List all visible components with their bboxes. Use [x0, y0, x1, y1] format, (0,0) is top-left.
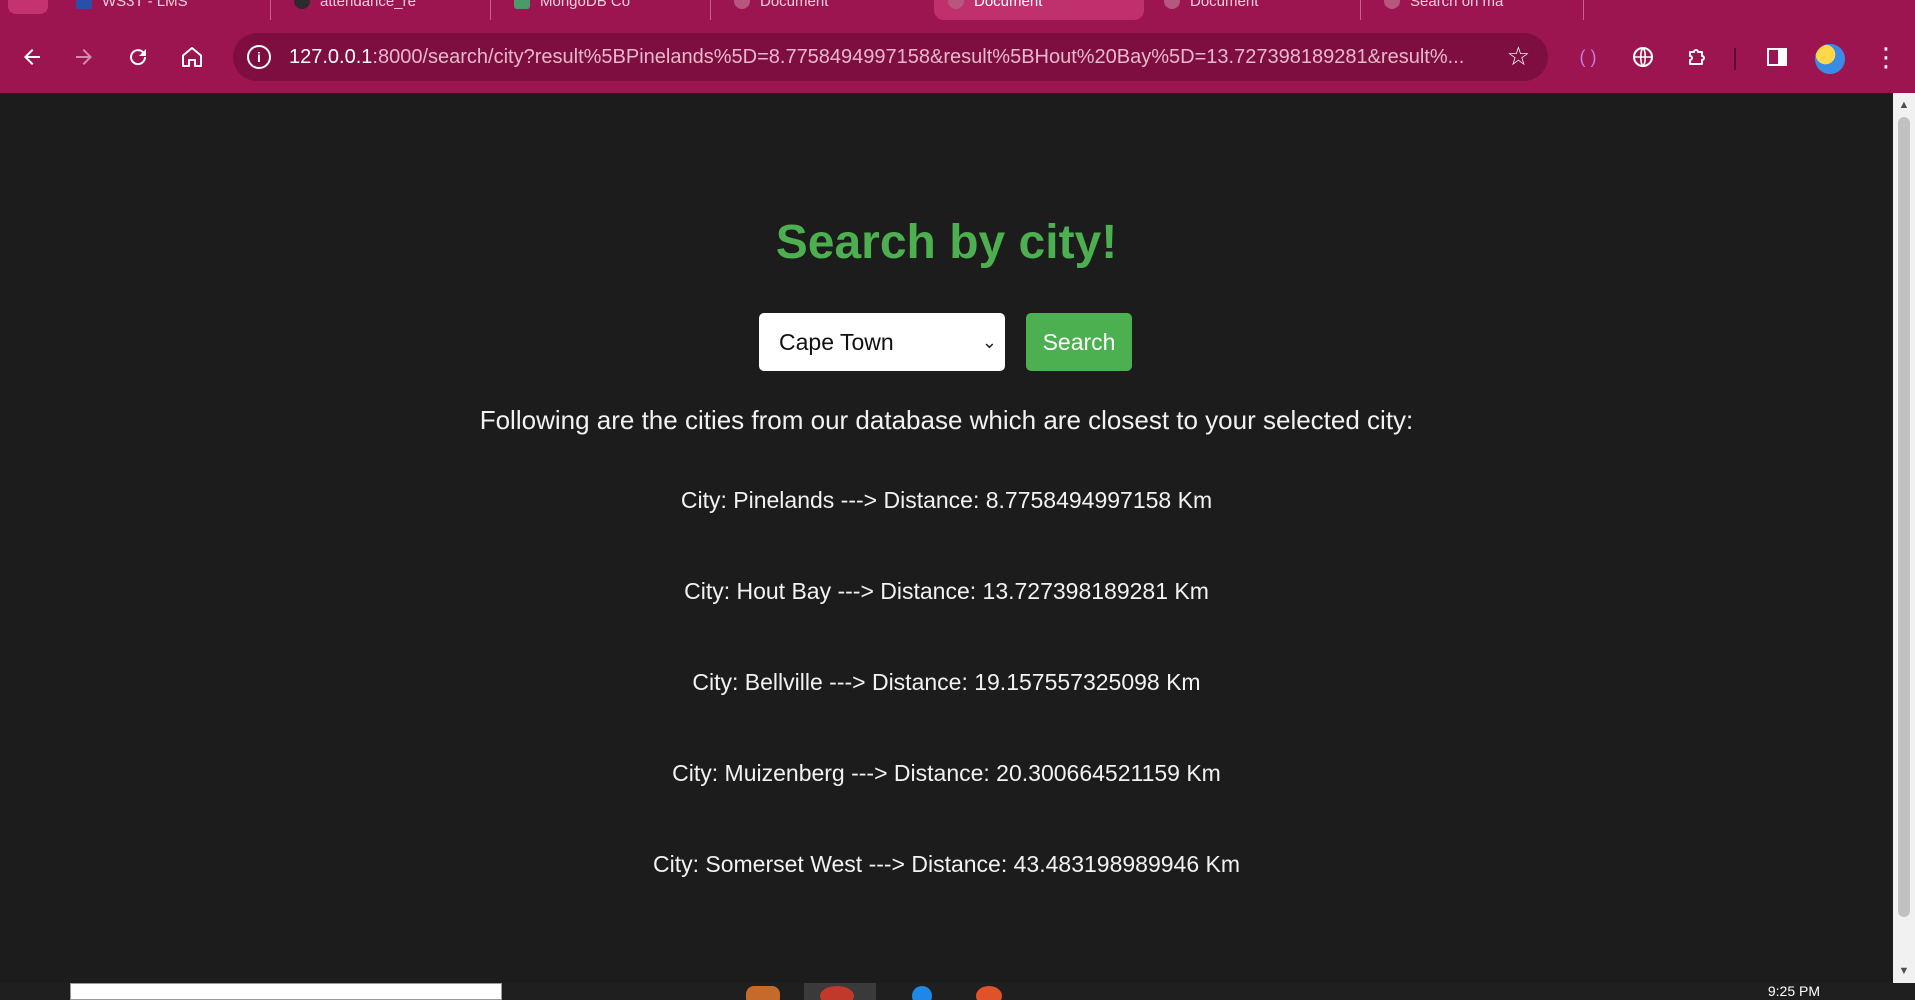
taskbar-app-icon[interactable] — [746, 986, 780, 1000]
tab-search-on-map[interactable]: Search on ma — [1370, 0, 1570, 20]
taskbar-clock[interactable]: 9:25 PM — [1768, 983, 1820, 999]
tab-document-1[interactable]: Document — [720, 0, 920, 20]
tab-divider — [270, 0, 271, 20]
result-item: City: Bellville ---> Distance: 19.157557… — [692, 669, 1201, 695]
tab-attendance[interactable]: attendance_re — [280, 0, 480, 20]
tab-strip: WS3T - LMS attendance_re MongoDB Co Docu… — [0, 0, 1915, 22]
tab-divider — [710, 0, 711, 20]
tab-label: Search on ma — [1410, 0, 1504, 10]
search-button[interactable]: Search — [1026, 313, 1132, 371]
globe-favicon-icon — [1384, 0, 1400, 9]
forward-button[interactable] — [64, 37, 104, 77]
tab-label: Document — [1190, 0, 1259, 10]
tab-label: WS3T - LMS — [102, 0, 188, 10]
tab-divider — [1583, 0, 1584, 20]
scroll-down-arrow-icon[interactable]: ▼ — [1893, 961, 1915, 981]
arrow-right-icon — [76, 49, 92, 65]
address-bar[interactable]: i 127.0.0.1:8000/search/city?result%5BPi… — [233, 33, 1548, 81]
toolbar-divider — [1734, 48, 1736, 70]
puzzle-icon — [1689, 49, 1705, 65]
mongodb-icon — [514, 0, 530, 9]
avatar[interactable] — [1815, 44, 1845, 74]
globe-favicon-icon — [948, 0, 964, 9]
chevron-down-icon: ⌄ — [981, 332, 997, 352]
extensions-puzzle-icon[interactable] — [1677, 37, 1717, 77]
browser-toolbar: i 127.0.0.1:8000/search/city?result%5BPi… — [0, 22, 1915, 93]
github-icon — [294, 0, 310, 9]
tab-label: attendance_re — [320, 0, 416, 10]
globe-favicon-icon — [1164, 0, 1180, 9]
side-panel-button[interactable] — [1757, 37, 1797, 77]
result-item: City: Muizenberg ---> Distance: 20.30066… — [672, 760, 1221, 786]
home-icon — [182, 47, 202, 67]
tab-divider — [1360, 0, 1361, 20]
globe-favicon-icon — [734, 0, 750, 9]
tab-label: Document — [760, 0, 829, 10]
browser-chrome: WS3T - LMS attendance_re MongoDB Co Docu… — [0, 0, 1915, 93]
url-host: 127.0.0.1 — [289, 46, 373, 68]
scroll-thumb[interactable] — [1898, 117, 1910, 917]
bookmark-star-icon[interactable]: ☆ — [1507, 41, 1530, 72]
search-form: Cape Town ⌄ Search — [759, 313, 1132, 373]
reload-button[interactable] — [118, 37, 158, 77]
taskbar-preview-thumbnail[interactable] — [70, 983, 502, 1000]
chrome-icon — [820, 986, 854, 1000]
tab-divider — [490, 0, 491, 20]
taskbar-app-icon[interactable] — [976, 986, 1002, 1000]
page-content: Search by city! Cape Town ⌄ Search Follo… — [0, 93, 1893, 983]
url-path: :8000/search/city?result%5BPinelands%5D=… — [372, 46, 1465, 68]
result-item: City: Somerset West ---> Distance: 43.48… — [653, 851, 1240, 877]
tab-document-2[interactable]: Document — [1150, 0, 1350, 20]
back-button[interactable] — [12, 37, 52, 77]
tab-label: Document — [974, 0, 1043, 10]
city-select[interactable]: Cape Town ⌄ — [759, 313, 1005, 371]
result-item: City: Hout Bay ---> Distance: 13.7273981… — [684, 578, 1209, 604]
page-title: Search by city! — [775, 216, 1118, 269]
taskbar-app-icon[interactable] — [912, 986, 932, 1000]
tab-mongodb[interactable]: MongoDB Co — [500, 0, 700, 20]
tab-search-button[interactable] — [8, 0, 48, 14]
scroll-up-arrow-icon[interactable]: ▲ — [1893, 95, 1915, 115]
globe-icon[interactable] — [1623, 37, 1663, 77]
result-item: City: Pinelands ---> Distance: 8.7758494… — [680, 487, 1213, 513]
results-list: City: Pinelands ---> Distance: 8.7758494… — [0, 487, 1893, 942]
home-button[interactable] — [172, 37, 212, 77]
lms-favicon-icon — [76, 0, 92, 9]
url-text[interactable]: 127.0.0.1:8000/search/city?result%5BPine… — [289, 46, 1469, 69]
taskbar: 9:25 PM — [0, 983, 1915, 1000]
arrow-left-icon — [24, 49, 40, 65]
results-intro: Following are the cities from our databa… — [479, 405, 1414, 435]
tab-ws3t-lms[interactable]: WS3T - LMS — [62, 0, 262, 20]
kebab-menu-icon[interactable]: ⋮ — [1866, 37, 1906, 77]
globe-extension-icon — [1633, 47, 1653, 67]
side-panel-icon — [1767, 48, 1787, 66]
reload-icon — [130, 49, 147, 66]
vertical-scrollbar[interactable]: ▲ ▼ — [1893, 93, 1915, 983]
tab-document-active[interactable]: Document — [934, 0, 1144, 20]
info-icon[interactable]: i — [247, 45, 271, 69]
tab-label: MongoDB Co — [540, 0, 631, 10]
city-select-value: Cape Town — [779, 329, 894, 355]
bracket-icon[interactable]: ( ) — [1568, 37, 1608, 77]
